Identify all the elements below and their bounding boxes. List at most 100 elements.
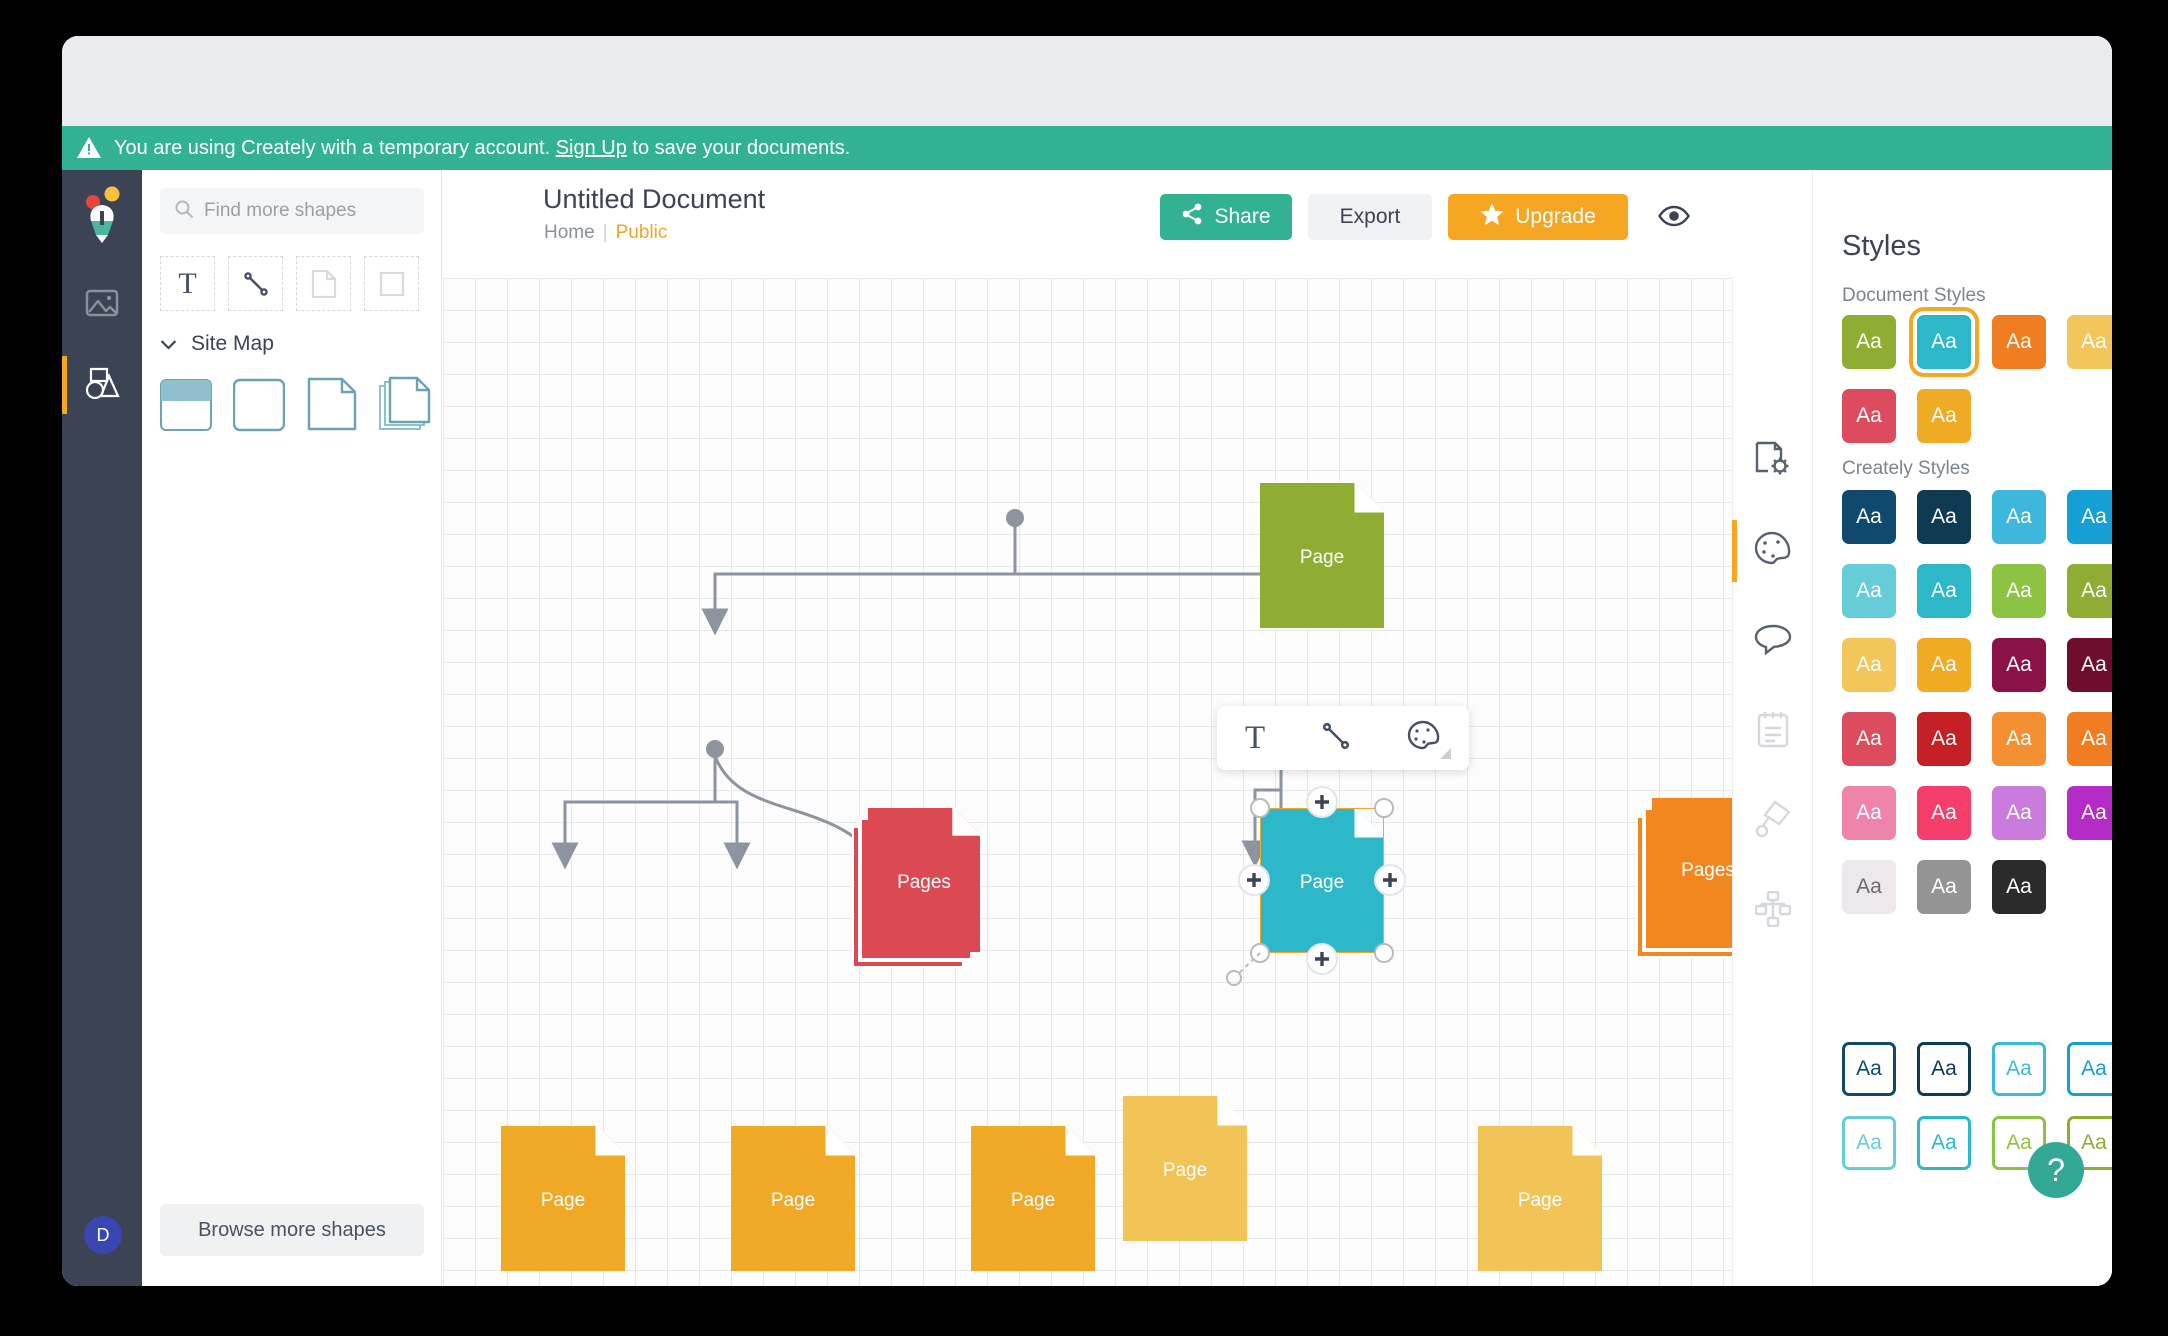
creately-style-swatch-18[interactable]: Aa: [1992, 786, 2046, 840]
creately-style-swatch-12[interactable]: Aa: [1842, 712, 1896, 766]
document-style-swatch-4[interactable]: Aa: [1842, 389, 1896, 443]
avatar[interactable]: D: [84, 1216, 122, 1254]
creately-style-swatch-14[interactable]: Aa: [1992, 712, 2046, 766]
comment-icon: [1754, 623, 1792, 660]
text-format-icon[interactable]: T: [1245, 720, 1265, 757]
help-button[interactable]: ?: [2028, 1142, 2084, 1198]
creately-style-swatch-7[interactable]: Aa: [2067, 564, 2112, 618]
share-icon: [1181, 203, 1203, 231]
svg-text:Pages: Pages: [897, 872, 951, 893]
creately-style-swatch-6[interactable]: Aa: [1992, 564, 2046, 618]
document-settings-button[interactable]: [1733, 418, 1813, 504]
share-button[interactable]: Share: [1160, 194, 1292, 240]
canvas-shape-leaf-3[interactable]: Page: [971, 1126, 1095, 1276]
sidebar-item-shapes[interactable]: [62, 348, 142, 422]
line-tool-icon[interactable]: [228, 256, 283, 311]
upgrade-button[interactable]: Upgrade: [1448, 194, 1628, 240]
outline-style-swatch-2[interactable]: Aa: [1992, 1042, 2046, 1096]
floating-shape-toolbar[interactable]: T: [1217, 706, 1469, 770]
creately-style-swatch-10[interactable]: Aa: [1992, 638, 2046, 692]
breadcrumb-public[interactable]: Public: [616, 222, 668, 243]
outline-style-swatch-5[interactable]: Aa: [1917, 1116, 1971, 1170]
creately-style-swatch-20[interactable]: Aa: [1842, 860, 1896, 914]
sidebar-item-images[interactable]: [62, 268, 142, 342]
document-styles-label: Document Styles: [1842, 285, 1986, 306]
connector-lines: [551, 509, 1297, 870]
canvas-shape-leaf-5[interactable]: Page: [1478, 1126, 1602, 1276]
export-button[interactable]: Export: [1308, 194, 1432, 240]
document-style-swatch-0[interactable]: Aa: [1842, 315, 1896, 369]
palette-button[interactable]: [1732, 508, 1813, 594]
canvas-shape-root[interactable]: Page: [1260, 483, 1384, 633]
creately-style-swatch-17[interactable]: Aa: [1917, 786, 1971, 840]
creately-style-swatch-0[interactable]: Aa: [1842, 490, 1896, 544]
canvas-shape-pages-left[interactable]: Pages: [850, 808, 992, 973]
search-input[interactable]: Find more shapes: [160, 188, 424, 234]
palette-icon[interactable]: [1407, 720, 1452, 759]
pages-stack-shape[interactable]: [379, 376, 431, 432]
canvas-shape-leaf-4[interactable]: Page: [1123, 1096, 1247, 1246]
outline-style-swatch-4[interactable]: Aa: [1842, 1116, 1896, 1170]
page-title[interactable]: Untitled Document: [543, 184, 765, 215]
banner-text-before: You are using Creately with a temporary …: [114, 136, 556, 159]
diagram-canvas[interactable]: Page T Pages Page Pages Page Page Page P…: [443, 278, 1732, 1286]
comment-button[interactable]: [1733, 598, 1813, 684]
temporary-account-banner: You are using Creately with a temporary …: [62, 126, 2112, 170]
creately-style-swatch-15[interactable]: Aa: [2067, 712, 2112, 766]
creately-style-swatch-22[interactable]: Aa: [1992, 860, 2046, 914]
page-shape[interactable]: [306, 376, 358, 432]
svg-text:Page: Page: [1163, 1160, 1207, 1181]
creately-style-swatch-21[interactable]: Aa: [1917, 860, 1971, 914]
document-styles-grid: Aa Aa Aa Aa Aa Aa: [1842, 307, 2112, 443]
shape-group-sitemap[interactable]: Site Map: [160, 332, 274, 356]
document-style-swatch-5[interactable]: Aa: [1917, 389, 1971, 443]
search-icon: [174, 199, 194, 224]
search-placeholder: Find more shapes: [204, 200, 357, 221]
hierarchy-button[interactable]: [1733, 868, 1813, 954]
breadcrumb-separator: |: [602, 222, 608, 243]
rounded-rect-shape[interactable]: [232, 376, 286, 432]
document-style-swatch-1[interactable]: Aa: [1909, 307, 1979, 377]
outline-style-swatch-3[interactable]: Aa: [2067, 1042, 2112, 1096]
creately-style-swatch-8[interactable]: Aa: [1842, 638, 1896, 692]
creately-style-swatch-11[interactable]: Aa: [2067, 638, 2112, 692]
browse-more-shapes-button[interactable]: Browse more shapes: [160, 1204, 424, 1256]
header-block-shape[interactable]: [160, 376, 212, 432]
canvas-shape-leaf-1[interactable]: Page: [501, 1126, 625, 1276]
document-style-swatch-3[interactable]: Aa: [2067, 315, 2112, 369]
star-icon: [1480, 202, 1504, 232]
hierarchy-icon: [1754, 890, 1792, 932]
outline-style-swatch-1[interactable]: Aa: [1917, 1042, 1971, 1096]
shape-label: Page: [1300, 547, 1344, 568]
creately-logo-icon[interactable]: [62, 178, 142, 252]
page-tool-icon[interactable]: [296, 256, 351, 311]
svg-text:Page: Page: [1518, 1190, 1562, 1211]
svg-text:Page: Page: [541, 1190, 585, 1211]
connector-icon[interactable]: [1321, 721, 1351, 756]
breadcrumb-home[interactable]: Home: [544, 222, 595, 243]
creately-style-swatch-9[interactable]: Aa: [1917, 638, 1971, 692]
creately-style-swatch-3[interactable]: Aa: [2067, 490, 2112, 544]
creately-style-swatch-1[interactable]: Aa: [1917, 490, 1971, 544]
notes-button[interactable]: [1733, 688, 1813, 774]
creately-style-swatch-13[interactable]: Aa: [1917, 712, 1971, 766]
creately-style-swatch-4[interactable]: Aa: [1842, 564, 1896, 618]
creately-style-swatch-19[interactable]: Aa: [2067, 786, 2112, 840]
creately-styles-grid: Aa Aa Aa Aa Aa Aa Aa Aa Aa Aa Aa Aa Aa Aa Aa Aa Aa Aa Aa Aa…: [1842, 490, 2112, 914]
rectangle-tool-icon[interactable]: [364, 256, 419, 311]
creately-style-swatch-5[interactable]: Aa: [1917, 564, 1971, 618]
canvas-shape-selected[interactable]: Page: [1226, 786, 1406, 986]
outline-style-swatch-0[interactable]: Aa: [1842, 1042, 1896, 1096]
preview-button[interactable]: [1654, 198, 1694, 238]
document-style-swatch-2[interactable]: Aa: [1992, 315, 2046, 369]
sign-up-link[interactable]: Sign Up: [556, 137, 627, 160]
shapes-panel: Find more shapes T Site Map Browse more …: [142, 170, 442, 1286]
paintbrush-button[interactable]: [1733, 778, 1813, 864]
canvas-shape-pages-right[interactable]: Pages: [1634, 798, 1732, 963]
creately-style-swatch-16[interactable]: Aa: [1842, 786, 1896, 840]
creately-style-swatch-2[interactable]: Aa: [1992, 490, 2046, 544]
document-header: Untitled Document Home | Public Share Expo…: [443, 170, 1732, 278]
app-body: D Find more shapes T Site Map Browse mor…: [62, 170, 2112, 1286]
canvas-shape-leaf-2[interactable]: Page: [731, 1126, 855, 1276]
text-tool-icon[interactable]: T: [160, 256, 215, 311]
